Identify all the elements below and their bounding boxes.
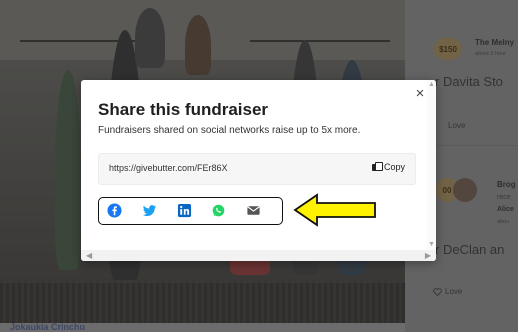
scroll-up-icon[interactable]: ▲ [428,81,435,88]
facebook-icon[interactable] [107,203,122,218]
copy-button[interactable]: Copy [371,162,405,172]
share-link-field[interactable]: https://givebutter.com/FEr86X Copy [98,153,416,185]
twitter-icon[interactable] [142,203,157,218]
scroll-down-icon[interactable]: ▼ [428,241,435,248]
copy-icon [371,162,383,172]
share-url[interactable]: https://givebutter.com/FEr86X [109,163,228,173]
vertical-scrollbar[interactable]: ▲ ▼ [427,80,436,250]
email-icon[interactable] [246,203,261,218]
close-icon[interactable]: × [413,86,427,101]
scroll-left-icon[interactable]: ◀ [86,251,92,260]
horizontal-scrollbar[interactable]: ◀ ▶ [81,250,436,261]
whatsapp-icon[interactable] [211,203,226,218]
share-modal: ▲ ▼ × Share this fundraiser Fundraisers … [81,80,436,261]
scroll-right-icon[interactable]: ▶ [425,251,431,260]
copy-label: Copy [383,162,405,172]
linkedin-icon[interactable] [177,203,192,218]
social-share-buttons [98,197,283,225]
modal-subtitle: Fundraisers shared on social networks ra… [98,125,361,136]
modal-title: Share this fundraiser [98,100,269,119]
annotation-arrow-icon [293,193,376,227]
